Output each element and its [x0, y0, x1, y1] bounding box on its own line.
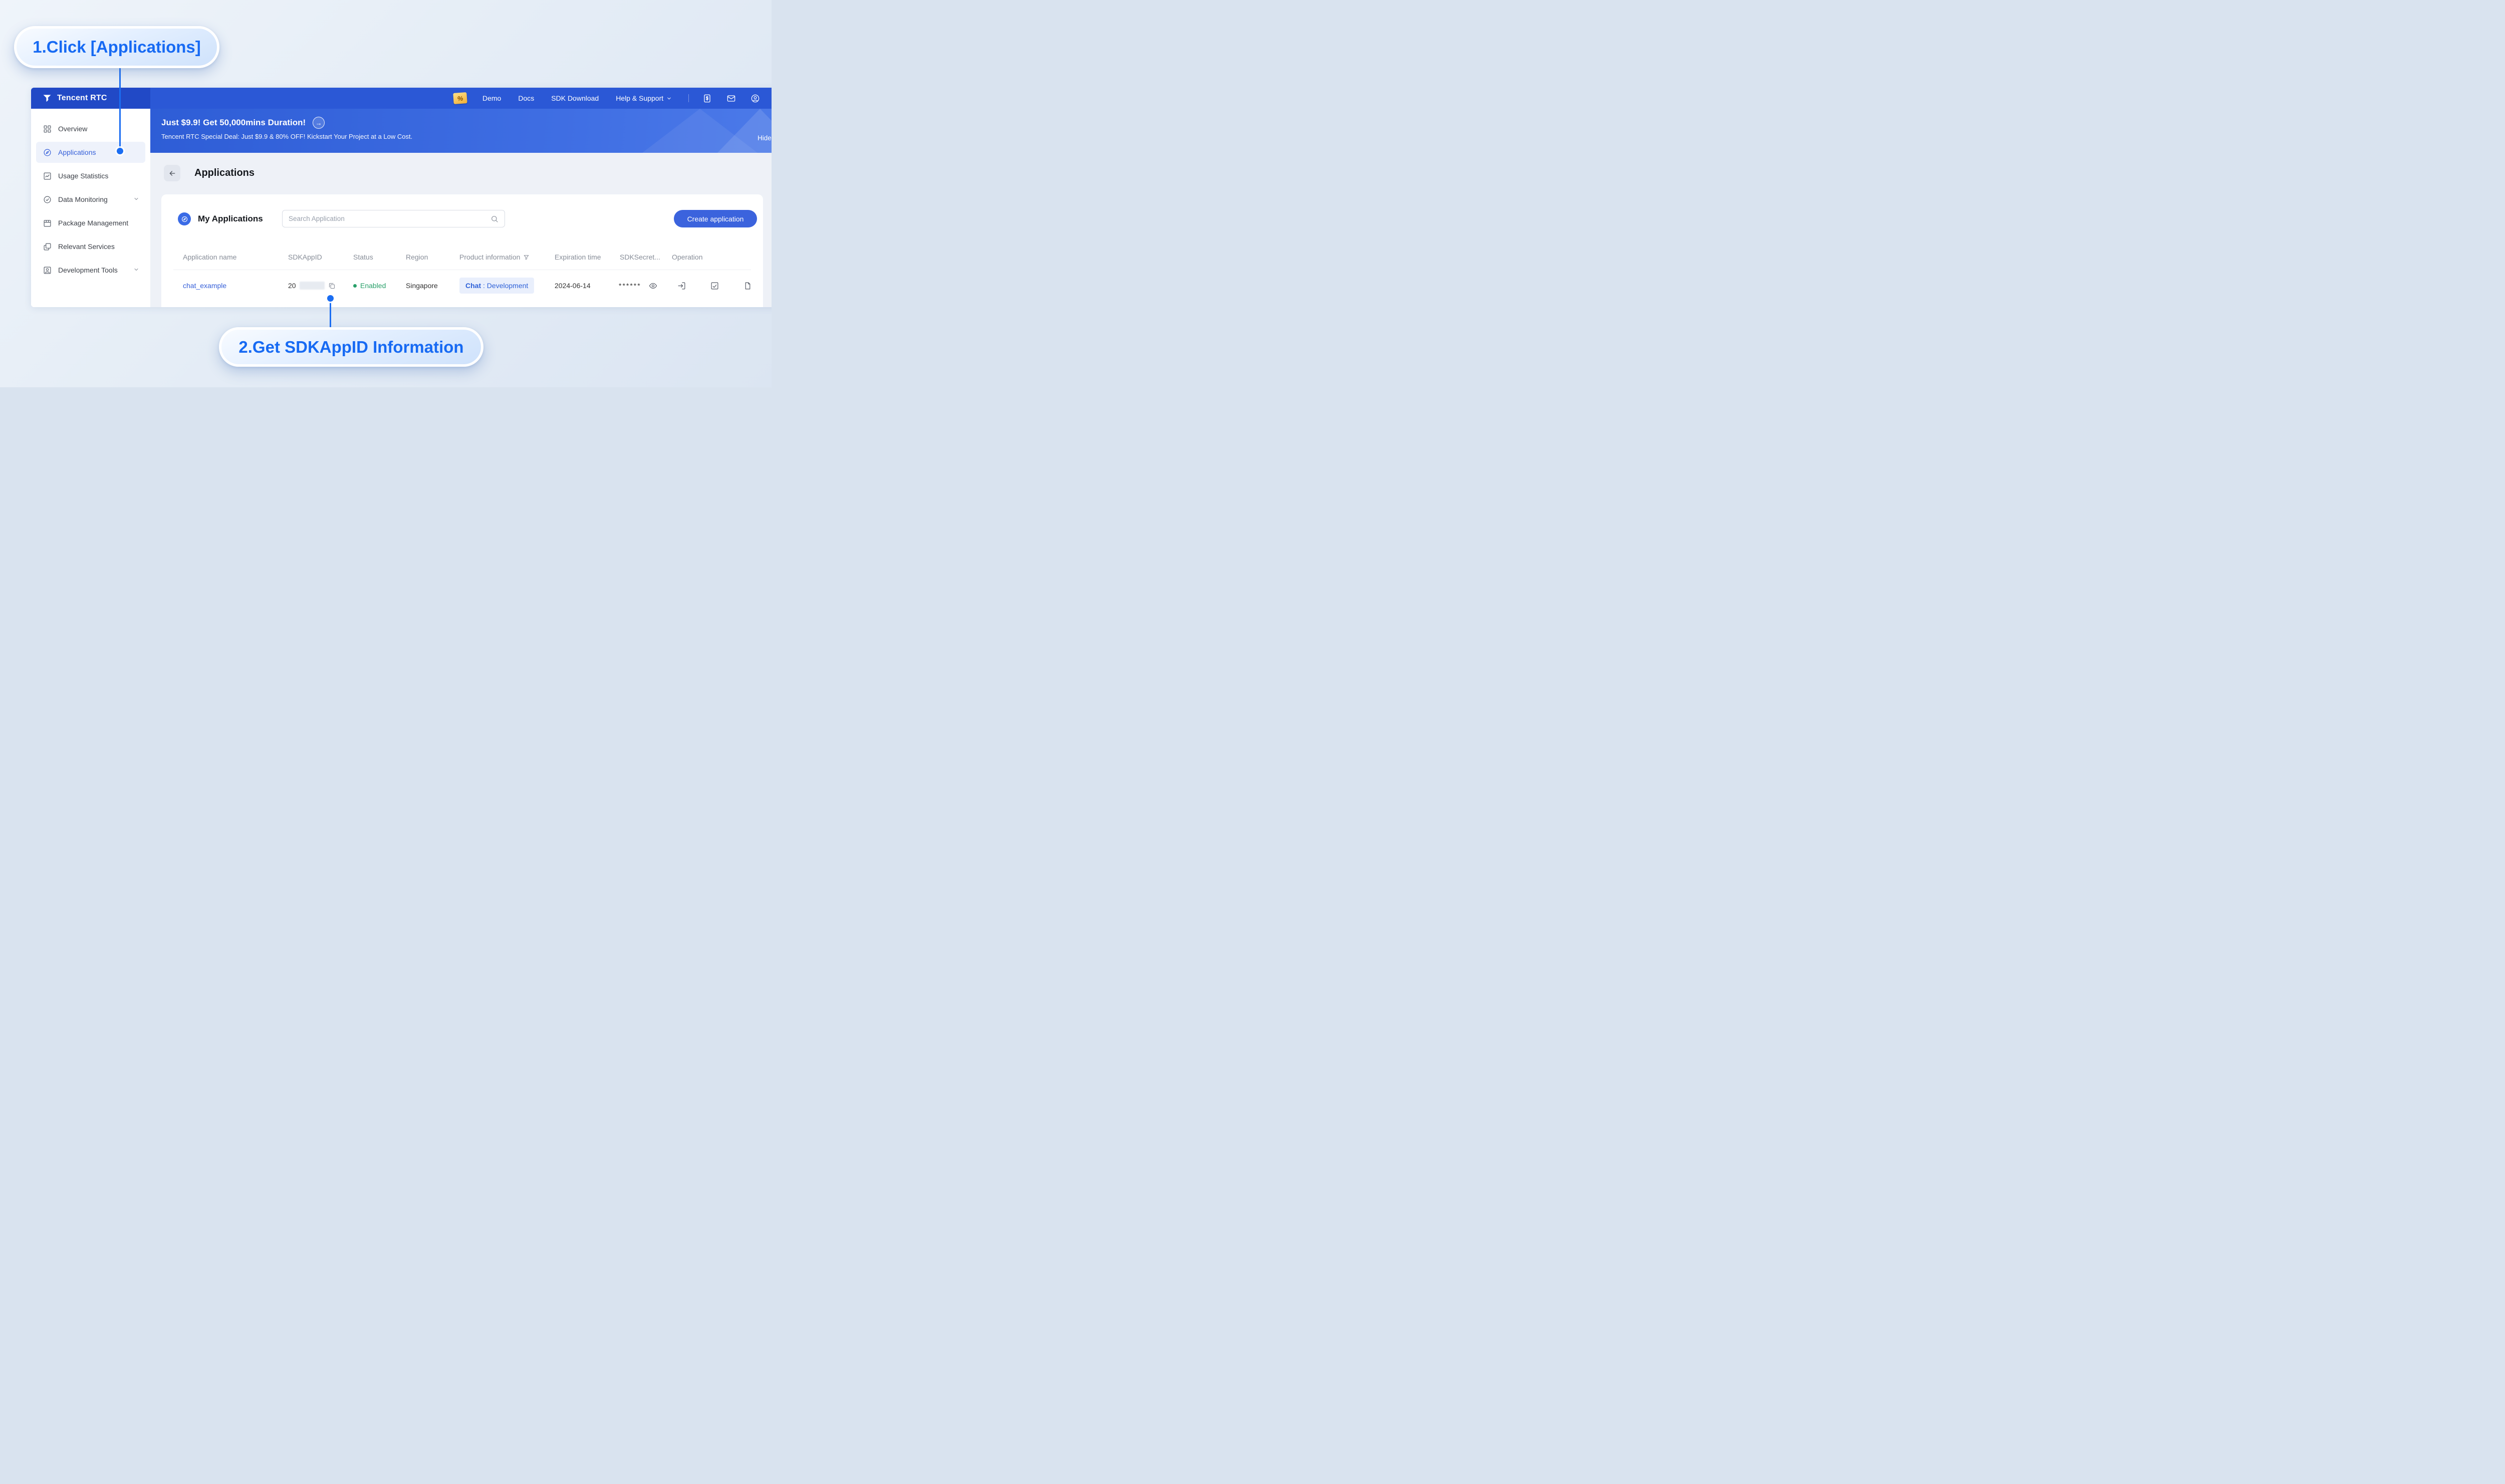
create-application-button[interactable]: Create application	[674, 210, 757, 227]
sdkappid-visible-digits: 20	[288, 282, 296, 290]
applications-compass-icon	[44, 149, 51, 156]
back-button[interactable]	[164, 165, 180, 181]
page-title: Applications	[194, 167, 255, 178]
banner-title: Just $9.9! Get 50,000mins Duration!	[161, 118, 306, 127]
filter-icon[interactable]	[523, 254, 530, 261]
header-sdksecret: SDKSecret...	[620, 253, 660, 261]
cell-status: Enabled	[353, 270, 386, 301]
cell-region: Singapore	[406, 282, 438, 290]
annotation-step2: 2.Get SDKAppID Information	[219, 327, 483, 367]
sidebar-item-usage-statistics[interactable]: Usage Statistics	[36, 165, 145, 186]
header-operation: Operation	[672, 253, 703, 261]
sidebar-item-overview[interactable]: Overview	[36, 118, 145, 139]
tencent-rtc-logo-icon	[43, 95, 51, 102]
my-applications-card: My Applications Create application Appli…	[161, 194, 763, 307]
back-arrow-icon	[169, 170, 175, 176]
mail-icon[interactable]	[725, 93, 736, 104]
content-area: Applications My Applications Create appl…	[150, 153, 772, 307]
package-management-icon	[44, 219, 51, 226]
coupon-percent-glyph: %	[457, 94, 463, 102]
sdkappid-redacted	[299, 282, 325, 290]
billing-icon[interactable]	[701, 93, 712, 104]
cell-sdksecret: ******	[619, 270, 657, 301]
sidebar: Overview Applications Usage Statistics D…	[31, 109, 150, 307]
sidebar-item-data-monitoring[interactable]: Data Monitoring	[36, 189, 145, 210]
annotation-connector-1	[119, 67, 121, 148]
brand-logo-block[interactable]: Tencent RTC	[31, 88, 150, 109]
cell-application-name: chat_example	[183, 270, 226, 301]
application-search-box	[282, 210, 505, 227]
cell-product-information: Chat : Development	[459, 270, 535, 301]
sdksecret-masked: ******	[619, 282, 641, 290]
annotation-step1: 1.Click [Applications]	[14, 26, 219, 68]
annotation-connector-2	[330, 300, 331, 328]
console-window: Tencent RTC % Demo Docs SDK Download Hel…	[31, 88, 772, 307]
header-expiration-time: Expiration time	[555, 253, 601, 261]
my-applications-icon	[178, 212, 191, 225]
development-tools-icon	[44, 267, 51, 274]
status-enabled-dot	[353, 284, 357, 288]
banner-hide-link[interactable]: Hide	[758, 134, 772, 142]
cell-expiration-time: 2024-06-14	[555, 282, 591, 290]
screenshot-canvas: Tencent RTC % Demo Docs SDK Download Hel…	[0, 0, 772, 387]
banner-arrow-button[interactable]: →	[313, 117, 325, 129]
monitor-chart-icon[interactable]	[710, 282, 719, 290]
relevant-services-icon	[44, 243, 51, 250]
annotation-dot-2	[327, 295, 334, 302]
sidebar-item-package-management[interactable]: Package Management	[36, 212, 145, 233]
document-icon[interactable]	[743, 282, 752, 290]
header-application-name: Application name	[183, 253, 237, 261]
copy-icon[interactable]	[328, 282, 336, 290]
navbar-right-group: % Demo Docs SDK Download Help & Support	[453, 88, 767, 109]
top-navbar: Tencent RTC % Demo Docs SDK Download Hel…	[31, 88, 772, 109]
usage-statistics-icon	[44, 172, 51, 179]
navbar-divider	[688, 94, 689, 102]
banner-subtitle: Tencent RTC Special Deal: Just $9.9 & 80…	[161, 133, 413, 140]
account-icon[interactable]	[749, 93, 761, 104]
cell-operation	[677, 270, 752, 301]
status-text: Enabled	[360, 282, 386, 290]
nav-item-sdk-download[interactable]: SDK Download	[543, 88, 607, 109]
brand-name: Tencent RTC	[57, 94, 107, 102]
promo-banner: Just $9.9! Get 50,000mins Duration! → Te…	[150, 109, 772, 153]
overview-grid-icon	[44, 125, 51, 132]
nav-item-help-support[interactable]: Help & Support	[607, 88, 680, 109]
enter-application-icon[interactable]	[677, 282, 686, 290]
eye-icon[interactable]	[649, 282, 657, 290]
header-status: Status	[353, 253, 373, 261]
sidebar-item-development-tools[interactable]: Development Tools	[36, 260, 145, 281]
card-title: My Applications	[198, 214, 263, 223]
chevron-down-icon[interactable]	[133, 266, 139, 274]
application-link[interactable]: chat_example	[183, 282, 226, 290]
product-tag: Chat : Development	[459, 278, 535, 294]
header-product-information: Product information	[459, 251, 530, 264]
annotation-dot-1	[117, 148, 123, 154]
search-icon[interactable]	[490, 215, 498, 223]
data-monitoring-icon	[44, 196, 51, 203]
chevron-down-icon[interactable]	[133, 195, 139, 203]
nav-item-docs[interactable]: Docs	[510, 88, 543, 109]
header-region: Region	[406, 253, 428, 261]
coupon-icon[interactable]: %	[453, 92, 467, 104]
chevron-down-icon	[667, 97, 671, 99]
header-sdkappid: SDKAppID	[288, 253, 322, 261]
nav-item-demo[interactable]: Demo	[474, 88, 510, 109]
sidebar-item-relevant-services[interactable]: Relevant Services	[36, 236, 145, 257]
sidebar-item-applications[interactable]: Applications	[36, 142, 145, 163]
search-input[interactable]	[289, 215, 490, 222]
